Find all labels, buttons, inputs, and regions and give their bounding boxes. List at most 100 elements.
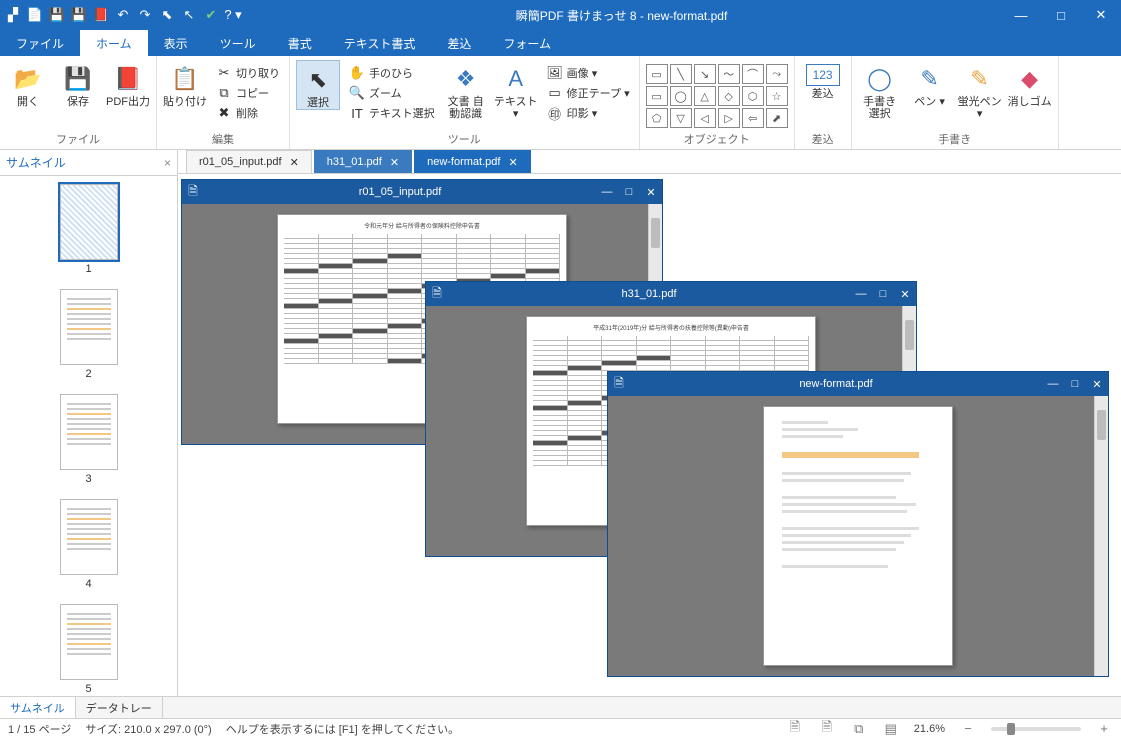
shape-1[interactable]: ╲ (670, 64, 692, 84)
status-icon-4[interactable]: ▤ (882, 721, 900, 737)
shape-4[interactable]: ⌒ (742, 64, 764, 84)
shape-14[interactable]: ◁ (694, 108, 716, 128)
thumbnail-page-4[interactable]: 4 (0, 499, 177, 590)
document-page[interactable] (763, 406, 953, 666)
pdfout-button[interactable]: 📕PDF出力 (106, 60, 150, 108)
mdi-min-button[interactable]: — (1042, 378, 1064, 391)
ribbon: 📂開く💾保存📕PDF出力ファイル📋貼り付け✂切り取り⧉コピー✖削除編集⬉選択✋手… (0, 56, 1121, 150)
highlighter-button[interactable]: ✎蛍光ペン ▾ (958, 60, 1002, 120)
qat-undo-icon[interactable]: ↶ (114, 6, 132, 24)
delete-button[interactable]: ✖削除 (213, 104, 283, 122)
doc-tab-close-icon[interactable]: ✕ (290, 156, 299, 169)
doc-tab-1[interactable]: h31_01.pdf✕ (314, 150, 412, 173)
doc-tab-0[interactable]: r01_05_input.pdf✕ (186, 150, 312, 173)
qat-help-icon[interactable]: ? ▾ (224, 6, 242, 24)
pane-tab-0[interactable]: サムネイル (0, 697, 76, 718)
zoom-button[interactable]: 🔍ズーム (346, 84, 438, 102)
zoom-in-button[interactable]: + (1095, 721, 1113, 736)
menu-3[interactable]: ツール (204, 30, 272, 56)
mdi-max-button[interactable]: □ (1064, 378, 1086, 391)
text-button[interactable]: Aテキスト ▾ (494, 60, 538, 120)
stamp-button[interactable]: ㊞印影 ▾ (544, 104, 633, 122)
status-icon-1[interactable]: 🗎 (786, 718, 804, 740)
thumbnail-page-5[interactable]: 5 (0, 604, 177, 695)
doc-tab-close-icon[interactable]: ✕ (508, 156, 517, 169)
mdi-titlebar[interactable]: 🗎r01_05_input.pdf—□✕ (182, 180, 662, 204)
minimize-button[interactable]: — (1001, 0, 1041, 30)
mdi-close-button[interactable]: ✕ (1086, 378, 1108, 391)
open-button[interactable]: 📂開く (6, 60, 50, 108)
text-select-button[interactable]: ITテキスト選択 (346, 104, 438, 122)
mdi-min-button[interactable]: — (850, 288, 872, 301)
status-icon-2[interactable]: 🗎 (818, 718, 836, 740)
shape-15[interactable]: ▷ (718, 108, 740, 128)
mdi-titlebar[interactable]: 🗎h31_01.pdf—□✕ (426, 282, 916, 306)
open-icon: 📂 (13, 64, 43, 94)
mdi-titlebar[interactable]: 🗎new-format.pdf—□✕ (608, 372, 1108, 396)
shape-0[interactable]: ▭ (646, 64, 668, 84)
shape-7[interactable]: ◯ (670, 86, 692, 106)
qat-export-icon[interactable]: 📕 (92, 6, 110, 24)
merge-button[interactable]: 123差込 (801, 60, 845, 100)
qat-pointer-icon[interactable]: ⬉ (158, 6, 176, 24)
qat-new-icon[interactable]: 📄 (26, 6, 44, 24)
menu-1[interactable]: ホーム (80, 30, 148, 56)
qat-saveas-icon[interactable]: 💾 (70, 6, 88, 24)
qat-redo-icon[interactable]: ↷ (136, 6, 154, 24)
mdi-min-button[interactable]: — (596, 186, 618, 199)
shape-13[interactable]: ▽ (670, 108, 692, 128)
hw-select-button[interactable]: ◯手書き 選択 (858, 60, 902, 120)
shape-12[interactable]: ⬠ (646, 108, 668, 128)
mdi-close-button[interactable]: ✕ (640, 186, 662, 199)
shape-17[interactable]: ⬈ (766, 108, 788, 128)
menu-5[interactable]: テキスト書式 (328, 30, 432, 56)
shape-16[interactable]: ⇦ (742, 108, 764, 128)
thumbnail-page-2[interactable]: 2 (0, 289, 177, 380)
doc-tab-close-icon[interactable]: ✕ (390, 156, 399, 169)
app-icon[interactable]: ▞ (4, 6, 22, 24)
zoom-slider[interactable] (991, 727, 1081, 731)
zoom-out-button[interactable]: − (959, 721, 977, 736)
eraser-button[interactable]: ◆消しゴム (1008, 60, 1052, 108)
select-button[interactable]: ⬉選択 (296, 60, 340, 110)
status-icon-3[interactable]: ⧉ (850, 721, 868, 737)
qat-cursor-icon[interactable]: ↖ (180, 6, 198, 24)
menu-0[interactable]: ファイル (0, 30, 80, 56)
close-button[interactable]: ✕ (1081, 0, 1121, 30)
shape-6[interactable]: ▭ (646, 86, 668, 106)
pane-tab-1[interactable]: データトレー (76, 697, 163, 718)
shape-3[interactable]: 〜 (718, 64, 740, 84)
shape-8[interactable]: △ (694, 86, 716, 106)
qat-save-icon[interactable]: 💾 (48, 6, 66, 24)
thumbnail-page-1[interactable]: 1 (0, 184, 177, 275)
correction-tape-button[interactable]: ▭修正テープ ▾ (544, 84, 633, 102)
mdi-close-button[interactable]: ✕ (894, 288, 916, 301)
menu-4[interactable]: 書式 (272, 30, 328, 56)
shape-5[interactable]: ⤳ (766, 64, 788, 84)
image-button[interactable]: 🖼画像 ▾ (544, 64, 633, 82)
hand-button[interactable]: ✋手のひら (346, 64, 438, 82)
pen-button[interactable]: ✎ペン ▾ (908, 60, 952, 108)
shape-9[interactable]: ◇ (718, 86, 740, 106)
shape-11[interactable]: ☆ (766, 86, 788, 106)
menu-7[interactable]: フォーム (487, 30, 567, 56)
mdi-max-button[interactable]: □ (618, 186, 640, 199)
mdi-max-button[interactable]: □ (872, 288, 894, 301)
auto-detect-button[interactable]: ❖文書 自動認識 (444, 60, 488, 120)
qat-accept-icon[interactable]: ✔ (202, 6, 220, 24)
save-button[interactable]: 💾保存 (56, 60, 100, 108)
menu-6[interactable]: 差込 (431, 30, 487, 56)
menu-2[interactable]: 表示 (148, 30, 204, 56)
maximize-button[interactable]: □ (1041, 0, 1081, 30)
thumbnail-page-3[interactable]: 3 (0, 394, 177, 485)
copy-button[interactable]: ⧉コピー (213, 84, 283, 102)
shape-2[interactable]: ↘ (694, 64, 716, 84)
thumbnail-panel-close[interactable]: × (164, 156, 171, 170)
cut-button[interactable]: ✂切り取り (213, 64, 283, 82)
vertical-scrollbar[interactable] (1094, 396, 1108, 676)
shape-10[interactable]: ⬡ (742, 86, 764, 106)
paste-button[interactable]: 📋貼り付け (163, 60, 207, 108)
doc-tab-2[interactable]: new-format.pdf✕ (414, 150, 531, 173)
mdi-window-2[interactable]: 🗎new-format.pdf—□✕ (608, 372, 1108, 676)
thumbnail-list[interactable]: 1 2 3 4 5 (0, 176, 177, 696)
